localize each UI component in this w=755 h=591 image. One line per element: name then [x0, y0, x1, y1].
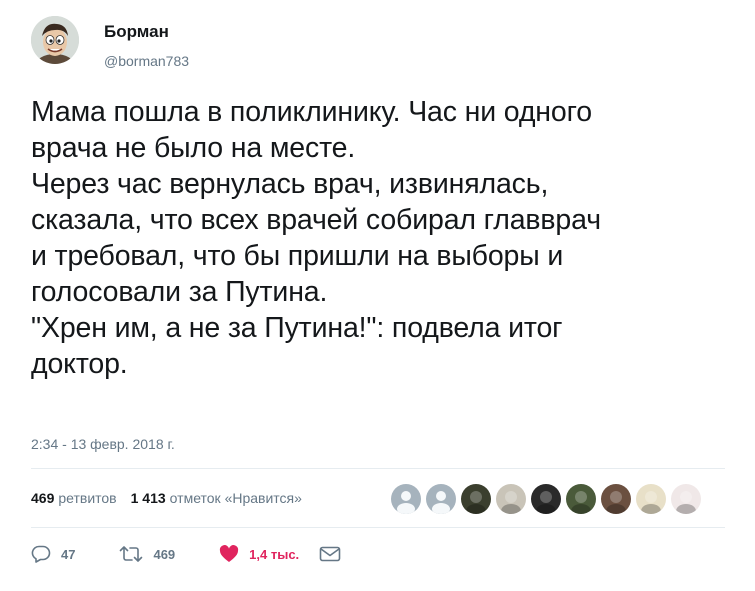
- liker-avatars: [391, 484, 706, 514]
- tweet-line: голосовали за Путина.: [31, 276, 328, 308]
- retweet-button[interactable]: 469: [119, 545, 175, 563]
- retweets-label: ретвитов: [58, 490, 117, 506]
- like-button[interactable]: 1,4 тыс.: [219, 545, 299, 563]
- user-photo-avatar[interactable]: [496, 484, 526, 514]
- author-handle[interactable]: @borman783: [104, 53, 189, 69]
- likes-stat[interactable]: 1 413 отметок «Нравится»: [131, 490, 302, 506]
- tweet-line: сказала, что всех врачей собирал главвра…: [31, 204, 601, 236]
- tweet-line: Мама пошла в поликлинику. Час ни одного: [31, 96, 592, 128]
- retweets-stat[interactable]: 469 ретвитов: [31, 490, 117, 506]
- author-avatar[interactable]: [31, 16, 79, 64]
- tweet-line: "Хрен им, а не за Путина!": подвела итог: [31, 312, 563, 344]
- reply-icon: [31, 545, 51, 563]
- tweet-line: и требовал, что бы пришли на выборы и: [31, 240, 564, 272]
- direct-message-button[interactable]: [319, 546, 341, 562]
- tweet-text: Мама пошла в поликлинику. Час ни одного …: [31, 94, 741, 382]
- default-avatar-icon[interactable]: [391, 484, 421, 514]
- tweet-line: врача не было на месте.: [31, 132, 356, 164]
- retweet-icon: [120, 546, 143, 562]
- envelope-icon: [319, 546, 341, 562]
- user-photo-avatar[interactable]: [461, 484, 491, 514]
- user-photo-avatar[interactable]: [531, 484, 561, 514]
- divider: [31, 527, 725, 528]
- user-photo-avatar[interactable]: [601, 484, 631, 514]
- reply-button[interactable]: 47: [31, 545, 75, 563]
- divider: [31, 468, 725, 469]
- likes-label: отметок «Нравится»: [169, 490, 302, 506]
- likes-count: 1 413: [130, 490, 166, 506]
- like-count: 1,4 тыс.: [249, 546, 300, 562]
- retweet-count: 469: [153, 546, 176, 562]
- tweet-actions: 47 469 1,4 тыс.: [31, 545, 341, 563]
- author-display-name[interactable]: Борман: [104, 22, 169, 42]
- user-photo-avatar[interactable]: [636, 484, 666, 514]
- user-photo-avatar[interactable]: [671, 484, 701, 514]
- reply-count: 47: [61, 546, 76, 562]
- tweet-timestamp[interactable]: 2:34 - 13 февр. 2018 г.: [31, 436, 175, 452]
- tweet-line: доктор.: [31, 348, 128, 380]
- heart-icon: [220, 545, 239, 562]
- tweet-stats: 469 ретвитов 1 413 отметок «Нравится»: [31, 490, 316, 506]
- cartoon-avatar-icon: [31, 16, 79, 64]
- default-avatar-icon[interactable]: [426, 484, 456, 514]
- user-photo-avatar[interactable]: [566, 484, 596, 514]
- retweets-count: 469: [31, 490, 55, 506]
- tweet-line: Через час вернулась врач, извинялась,: [31, 168, 549, 200]
